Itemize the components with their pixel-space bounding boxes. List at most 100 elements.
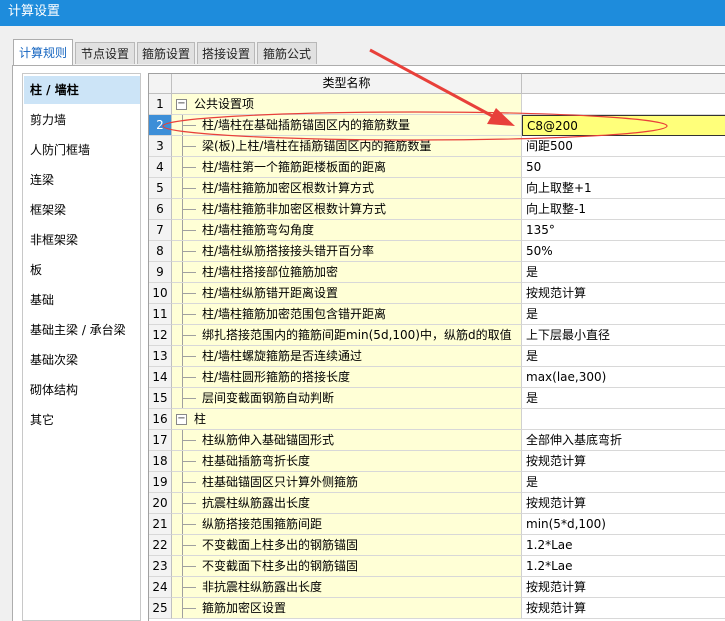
setting-name-cell[interactable]: 柱/墙柱纵筋搭接接头错开百分率 [172,241,522,262]
tab-stirrup-formula[interactable]: 箍筋公式 [257,42,317,64]
grid-row[interactable]: 10 柱/墙柱纵筋错开距离设置 按规范计算 [149,283,725,304]
grid-row[interactable]: 6 柱/墙柱箍筋非加密区根数计算方式 向上取整-1 [149,199,725,220]
setting-name-cell[interactable]: 不变截面上柱多出的钢筋锚固 [172,535,522,556]
setting-value-cell[interactable]: 135° [522,220,725,241]
setting-value-cell[interactable]: max(lae,300) [522,367,725,388]
setting-value-cell[interactable]: 是 [522,262,725,283]
setting-value-cell[interactable]: 间距500 [522,136,725,157]
setting-name-cell[interactable]: 箍筋加密区设置 [172,598,522,619]
setting-name-cell[interactable]: 绑扎搭接范围内的箍筋间距min(5d,100)中，纵筋d的取值 [172,325,522,346]
setting-name-cell[interactable]: 梁(板)上柱/墙柱在插筋锚固区内的箍筋数量 [172,136,522,157]
sidebar-item[interactable]: 剪力墙 [24,106,140,134]
setting-name-cell[interactable]: − 柱 [172,409,522,430]
setting-value-cell[interactable] [522,94,725,115]
sidebar-item[interactable]: 人防门框墙 [24,136,140,164]
setting-name-cell[interactable]: 不变截面下柱多出的钢筋锚固 [172,556,522,577]
tree-branch [182,146,196,147]
setting-name-cell[interactable]: 抗震柱纵筋露出长度 [172,493,522,514]
setting-value-cell[interactable]: 是 [522,388,725,409]
sidebar-item[interactable]: 其它 [24,406,140,434]
sidebar-item[interactable]: 基础次梁 [24,346,140,374]
grid-row[interactable]: 8 柱/墙柱纵筋搭接接头错开百分率 50% [149,241,725,262]
grid-row[interactable]: 7 柱/墙柱箍筋弯勾角度 135° [149,220,725,241]
grid-row[interactable]: 12 绑扎搭接范围内的箍筋间距min(5d,100)中，纵筋d的取值 上下层最小直径 [149,325,725,346]
tab-stirrup-settings[interactable]: 箍筋设置 [137,42,195,64]
setting-value-cell[interactable]: 1.2*Lae [522,535,725,556]
setting-name-cell[interactable]: 柱/墙柱纵筋错开距离设置 [172,283,522,304]
tree-branch [182,566,196,567]
grid-row[interactable]: 25 箍筋加密区设置 按规范计算 [149,598,725,619]
grid-row[interactable]: 19 柱基础锚固区只计算外侧箍筋 是 [149,472,725,493]
grid-row[interactable]: 21 纵筋搭接范围箍筋间距 min(5*d,100) [149,514,725,535]
grid-category-row[interactable]: 1− 公共设置项 [149,94,725,115]
grid-row[interactable]: 14 柱/墙柱圆形箍筋的搭接长度 max(lae,300) [149,367,725,388]
setting-value-cell[interactable]: 向上取整+1 [522,178,725,199]
setting-value-cell[interactable]: 上下层最小直径 [522,325,725,346]
setting-name-cell[interactable]: 柱基础插筋弯折长度 [172,451,522,472]
sidebar-item[interactable]: 板 [24,256,140,284]
grid-row[interactable]: 13 柱/墙柱螺旋箍筋是否连续通过 是 [149,346,725,367]
tab-lap-settings[interactable]: 搭接设置 [197,42,255,64]
collapse-icon[interactable]: − [176,99,187,110]
grid-row[interactable]: 24 非抗震柱纵筋露出长度 按规范计算 [149,577,725,598]
grid-row[interactable]: 5 柱/墙柱箍筋加密区根数计算方式 向上取整+1 [149,178,725,199]
setting-value-cell[interactable]: 是 [522,472,725,493]
setting-name-cell[interactable]: − 公共设置项 [172,94,522,115]
setting-value-cell[interactable]: 全部伸入基底弯折 [522,430,725,451]
grid-row[interactable]: 22 不变截面上柱多出的钢筋锚固 1.2*Lae [149,535,725,556]
setting-name-cell[interactable]: 柱/墙柱圆形箍筋的搭接长度 [172,367,522,388]
setting-name-cell[interactable]: 柱基础锚固区只计算外侧箍筋 [172,472,522,493]
sidebar-item[interactable]: 框架梁 [24,196,140,224]
setting-value-cell[interactable]: 1.2*Lae [522,556,725,577]
setting-name-cell[interactable]: 非抗震柱纵筋露出长度 [172,577,522,598]
sidebar-item[interactable]: 基础主梁 / 承台梁 [24,316,140,344]
setting-name-cell[interactable]: 层间变截面钢筋自动判断 [172,388,522,409]
grid-row[interactable]: 2 柱/墙柱在基础插筋锚固区内的箍筋数量 C8@200 [149,115,725,136]
sidebar-item[interactable]: 柱 / 墙柱 [24,76,140,104]
setting-value-cell[interactable]: 按规范计算 [522,283,725,304]
grid-row[interactable]: 15 层间变截面钢筋自动判断 是 [149,388,725,409]
setting-name-text: 绑扎搭接范围内的箍筋间距min(5d,100)中，纵筋d的取值 [202,328,512,342]
setting-name-text: 柱/墙柱箍筋加密范围包含错开距离 [202,307,387,321]
grid-row[interactable]: 3 梁(板)上柱/墙柱在插筋锚固区内的箍筋数量 间距500 [149,136,725,157]
setting-value-cell[interactable]: 向上取整-1 [522,199,725,220]
sidebar-item[interactable]: 非框架梁 [24,226,140,254]
setting-value-cell[interactable]: 按规范计算 [522,577,725,598]
tab-calc-rules[interactable]: 计算规则 [13,39,73,65]
setting-name-cell[interactable]: 柱/墙柱箍筋非加密区根数计算方式 [172,199,522,220]
setting-name-cell[interactable]: 纵筋搭接范围箍筋间距 [172,514,522,535]
setting-value-cell[interactable]: 50 [522,157,725,178]
grid-row[interactable]: 4 柱/墙柱第一个箍筋距楼板面的距离 50 [149,157,725,178]
setting-name-cell[interactable]: 柱/墙柱在基础插筋锚固区内的箍筋数量 [172,115,522,136]
setting-value-cell[interactable]: 按规范计算 [522,598,725,619]
setting-value-input[interactable]: C8@200 [522,115,725,136]
grid-row[interactable]: 11 柱/墙柱箍筋加密范围包含错开距离 是 [149,304,725,325]
setting-value-cell[interactable]: 按规范计算 [522,451,725,472]
setting-value-cell[interactable]: 按规范计算 [522,493,725,514]
row-number: 17 [149,430,172,451]
grid-row[interactable]: 9 柱/墙柱搭接部位箍筋加密 是 [149,262,725,283]
setting-name-cell[interactable]: 柱纵筋伸入基础锚固形式 [172,430,522,451]
setting-name-cell[interactable]: 柱/墙柱螺旋箍筋是否连续通过 [172,346,522,367]
grid-category-row[interactable]: 16− 柱 [149,409,725,430]
tab-node-settings[interactable]: 节点设置 [75,42,135,64]
grid-row[interactable]: 18 柱基础插筋弯折长度 按规范计算 [149,451,725,472]
sidebar-item[interactable]: 砌体结构 [24,376,140,404]
setting-value-cell[interactable]: 是 [522,346,725,367]
sidebar-item[interactable]: 基础 [24,286,140,314]
setting-name-cell[interactable]: 柱/墙柱搭接部位箍筋加密 [172,262,522,283]
setting-value-cell[interactable] [522,409,725,430]
grid-row[interactable]: 23 不变截面下柱多出的钢筋锚固 1.2*Lae [149,556,725,577]
sidebar-item[interactable]: 连梁 [24,166,140,194]
grid-row[interactable]: 20 抗震柱纵筋露出长度 按规范计算 [149,493,725,514]
setting-value-cell[interactable]: 是 [522,304,725,325]
setting-name-cell[interactable]: 柱/墙柱箍筋弯勾角度 [172,220,522,241]
setting-value-cell[interactable]: min(5*d,100) [522,514,725,535]
collapse-icon[interactable]: − [176,414,187,425]
component-type-list: 柱 / 墙柱 剪力墙 人防门框墙 连梁 框架梁 非框架梁板基础 基础主梁 / 承台梁 基础次梁… [22,73,141,621]
grid-row[interactable]: 17 柱纵筋伸入基础锚固形式 全部伸入基底弯折 [149,430,725,451]
setting-name-cell[interactable]: 柱/墙柱第一个箍筋距楼板面的距离 [172,157,522,178]
setting-name-cell[interactable]: 柱/墙柱箍筋加密区根数计算方式 [172,178,522,199]
setting-value-cell[interactable]: 50% [522,241,725,262]
setting-name-cell[interactable]: 柱/墙柱箍筋加密范围包含错开距离 [172,304,522,325]
